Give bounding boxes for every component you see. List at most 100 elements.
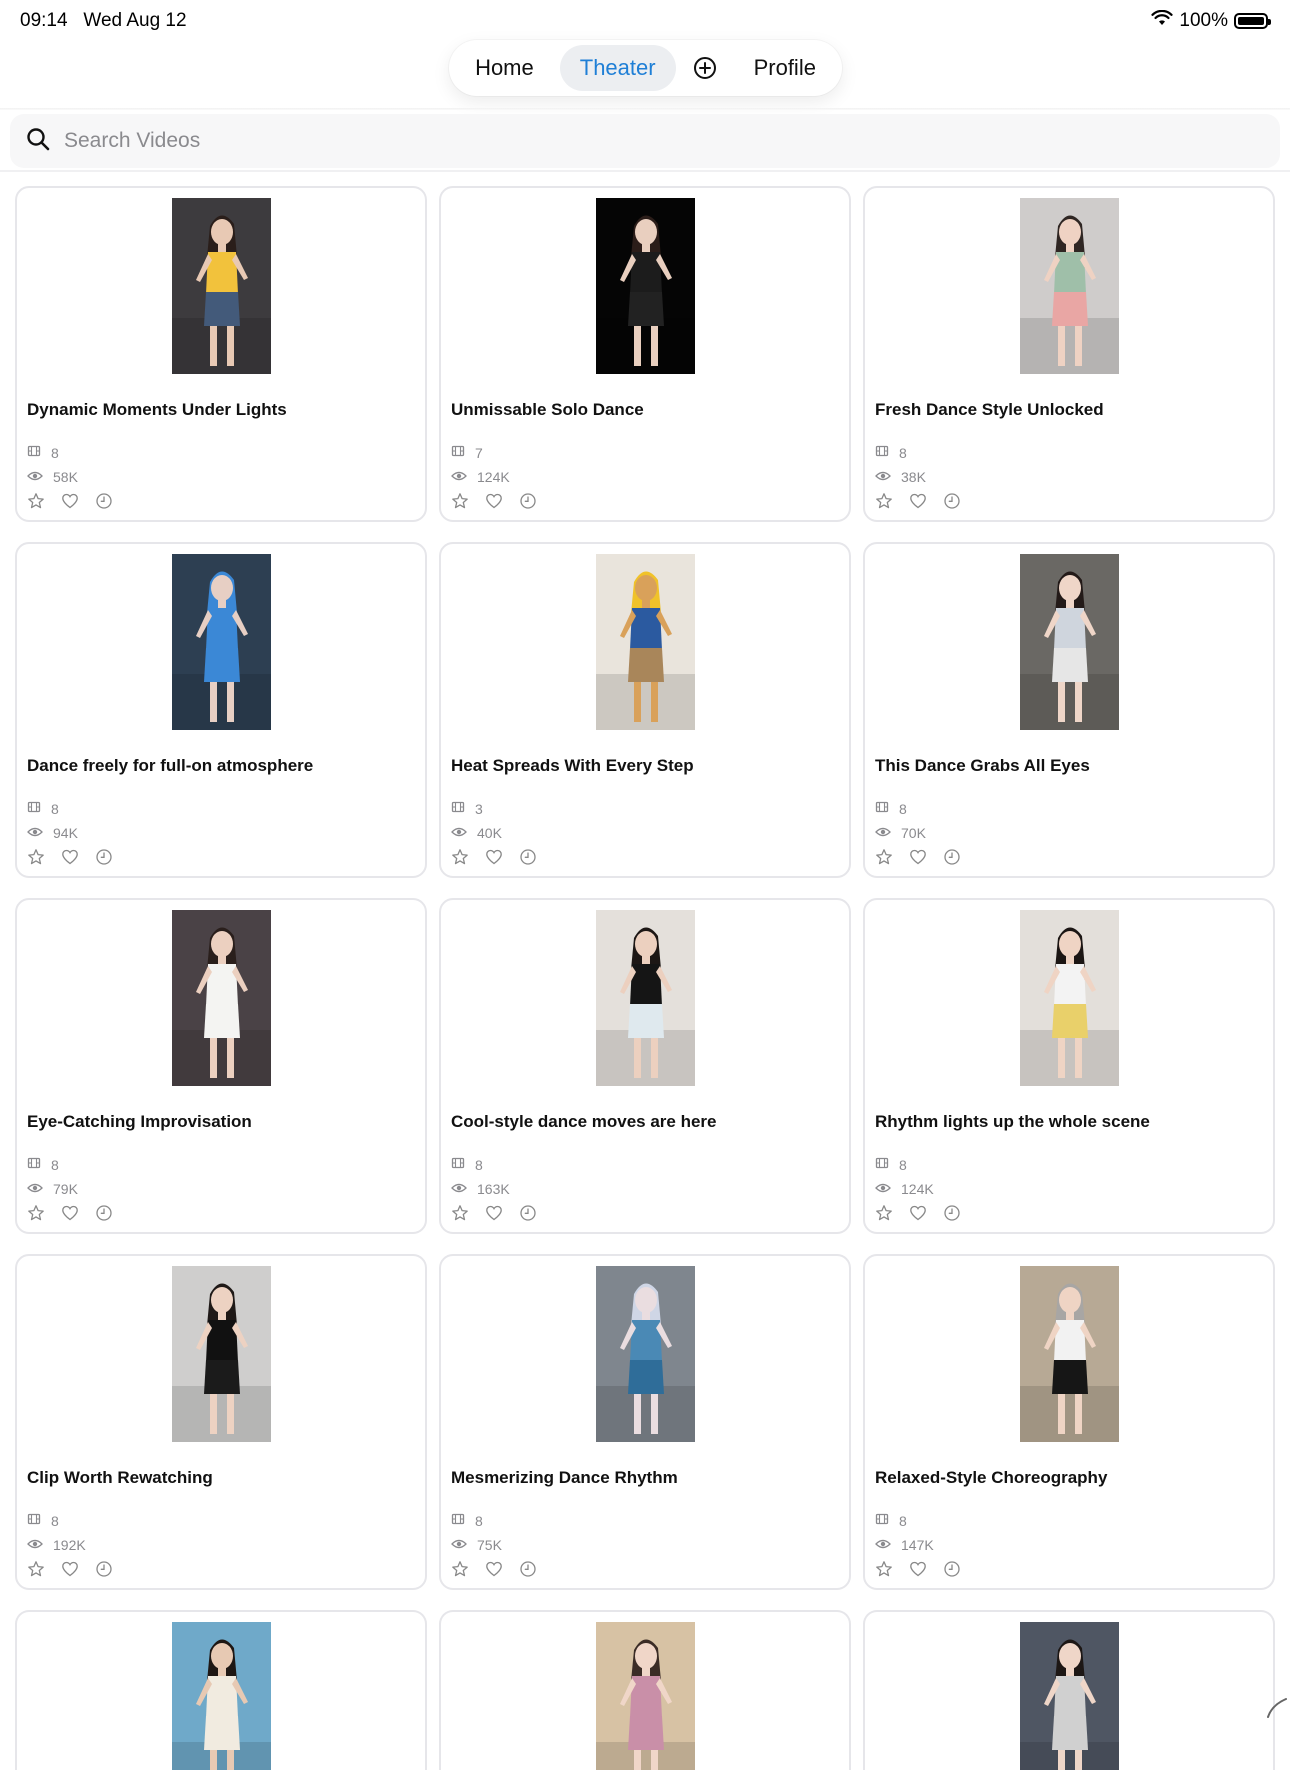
episode-count: 8 bbox=[875, 1512, 907, 1529]
video-card[interactable]: Dance freely for full-on atmosphere 8 94… bbox=[15, 542, 427, 878]
heart-icon[interactable] bbox=[485, 848, 503, 866]
video-thumbnail[interactable] bbox=[596, 554, 695, 730]
star-icon[interactable] bbox=[27, 1560, 45, 1578]
video-thumbnail[interactable] bbox=[1020, 1622, 1119, 1770]
search-divider bbox=[0, 170, 1290, 172]
video-title[interactable]: Unmissable Solo Dance bbox=[451, 400, 644, 420]
star-icon[interactable] bbox=[875, 492, 893, 510]
video-title[interactable]: Rhythm lights up the whole scene bbox=[875, 1112, 1150, 1132]
video-card[interactable]: This Dance Grabs All Eyes 8 70K bbox=[863, 542, 1275, 878]
clock-icon[interactable] bbox=[95, 492, 113, 510]
video-card[interactable]: Unmissable Solo Dance 7 124K bbox=[439, 186, 851, 522]
heart-icon[interactable] bbox=[61, 1560, 79, 1578]
star-icon[interactable] bbox=[451, 1560, 469, 1578]
star-icon[interactable] bbox=[875, 1560, 893, 1578]
video-card[interactable]: Fresh Dance Style Unlocked 8 38K bbox=[863, 186, 1275, 522]
heart-icon[interactable] bbox=[909, 1560, 927, 1578]
video-title[interactable]: Dance freely for full-on atmosphere bbox=[27, 756, 313, 776]
search-bar[interactable] bbox=[10, 114, 1280, 168]
video-card[interactable] bbox=[15, 1610, 427, 1770]
clock-icon[interactable] bbox=[95, 1204, 113, 1222]
video-thumbnail[interactable] bbox=[172, 554, 271, 730]
star-icon[interactable] bbox=[875, 1204, 893, 1222]
star-icon[interactable] bbox=[451, 848, 469, 866]
video-thumbnail[interactable] bbox=[172, 1266, 271, 1442]
video-thumbnail[interactable] bbox=[172, 1622, 271, 1770]
video-card[interactable]: Rhythm lights up the whole scene 8 124K bbox=[863, 898, 1275, 1234]
video-card[interactable]: Dynamic Moments Under Lights 8 58K bbox=[15, 186, 427, 522]
video-title[interactable]: Dynamic Moments Under Lights bbox=[27, 400, 287, 420]
film-icon bbox=[875, 1156, 889, 1173]
star-icon[interactable] bbox=[451, 1204, 469, 1222]
clock-icon[interactable] bbox=[95, 1560, 113, 1578]
heart-icon[interactable] bbox=[61, 492, 79, 510]
star-icon[interactable] bbox=[27, 848, 45, 866]
video-card[interactable]: Relaxed-Style Choreography 8 147K bbox=[863, 1254, 1275, 1590]
heart-icon[interactable] bbox=[61, 1204, 79, 1222]
clock-icon[interactable] bbox=[95, 848, 113, 866]
heart-icon[interactable] bbox=[485, 1204, 503, 1222]
card-actions bbox=[875, 492, 961, 510]
video-card[interactable]: Clip Worth Rewatching 8 192K bbox=[15, 1254, 427, 1590]
clock-icon[interactable] bbox=[943, 1560, 961, 1578]
video-thumbnail[interactable] bbox=[172, 198, 271, 374]
clock-icon[interactable] bbox=[943, 848, 961, 866]
star-icon[interactable] bbox=[451, 492, 469, 510]
film-icon bbox=[27, 444, 41, 461]
nav-home[interactable]: Home bbox=[455, 45, 554, 91]
video-card[interactable]: Heat Spreads With Every Step 3 40K bbox=[439, 542, 851, 878]
episode-count-value: 8 bbox=[51, 1512, 59, 1529]
clock-icon[interactable] bbox=[519, 1560, 537, 1578]
card-actions bbox=[451, 1204, 537, 1222]
video-thumbnail[interactable] bbox=[596, 910, 695, 1086]
video-thumbnail[interactable] bbox=[596, 1266, 695, 1442]
eye-icon bbox=[875, 1537, 891, 1553]
heart-icon[interactable] bbox=[485, 492, 503, 510]
video-title[interactable]: Cool-style dance moves are here bbox=[451, 1112, 717, 1132]
star-icon[interactable] bbox=[27, 1204, 45, 1222]
clock-icon[interactable] bbox=[519, 1204, 537, 1222]
video-thumbnail[interactable] bbox=[596, 1622, 695, 1770]
video-title[interactable]: Clip Worth Rewatching bbox=[27, 1468, 213, 1488]
search-input[interactable] bbox=[62, 128, 1066, 154]
video-title[interactable]: This Dance Grabs All Eyes bbox=[875, 756, 1090, 776]
clock-icon[interactable] bbox=[943, 1204, 961, 1222]
star-icon[interactable] bbox=[27, 492, 45, 510]
video-title[interactable]: Heat Spreads With Every Step bbox=[451, 756, 694, 776]
video-thumbnail[interactable] bbox=[1020, 554, 1119, 730]
resize-handle-icon[interactable] bbox=[1262, 1693, 1288, 1719]
heart-icon[interactable] bbox=[61, 848, 79, 866]
video-thumbnail[interactable] bbox=[1020, 1266, 1119, 1442]
episode-count-value: 8 bbox=[475, 1512, 483, 1529]
film-icon bbox=[875, 444, 889, 461]
eye-icon bbox=[451, 469, 467, 485]
video-thumbnail[interactable] bbox=[596, 198, 695, 374]
video-title[interactable]: Mesmerizing Dance Rhythm bbox=[451, 1468, 678, 1488]
eye-icon bbox=[451, 1537, 467, 1553]
video-title[interactable]: Relaxed-Style Choreography bbox=[875, 1468, 1107, 1488]
heart-icon[interactable] bbox=[909, 848, 927, 866]
episode-count: 8 bbox=[27, 800, 59, 817]
video-thumbnail[interactable] bbox=[172, 910, 271, 1086]
video-card[interactable]: Cool-style dance moves are here 8 163K bbox=[439, 898, 851, 1234]
star-icon[interactable] bbox=[875, 848, 893, 866]
heart-icon[interactable] bbox=[909, 492, 927, 510]
video-card[interactable] bbox=[863, 1610, 1275, 1770]
clock-icon[interactable] bbox=[943, 492, 961, 510]
video-thumbnail[interactable] bbox=[1020, 910, 1119, 1086]
heart-icon[interactable] bbox=[909, 1204, 927, 1222]
clock-icon[interactable] bbox=[519, 848, 537, 866]
heart-icon[interactable] bbox=[485, 1560, 503, 1578]
nav-profile[interactable]: Profile bbox=[734, 45, 836, 91]
episode-count: 7 bbox=[451, 444, 483, 461]
video-title[interactable]: Eye-Catching Improvisation bbox=[27, 1112, 252, 1132]
clock-icon[interactable] bbox=[519, 492, 537, 510]
video-thumbnail[interactable] bbox=[1020, 198, 1119, 374]
video-card[interactable]: Eye-Catching Improvisation 8 79K bbox=[15, 898, 427, 1234]
status-indicators: 100% bbox=[1151, 9, 1271, 32]
video-card[interactable] bbox=[439, 1610, 851, 1770]
video-card[interactable]: Mesmerizing Dance Rhythm 8 75K bbox=[439, 1254, 851, 1590]
video-title[interactable]: Fresh Dance Style Unlocked bbox=[875, 400, 1104, 420]
nav-theater[interactable]: Theater bbox=[559, 45, 676, 91]
add-circle-icon[interactable] bbox=[682, 45, 728, 91]
